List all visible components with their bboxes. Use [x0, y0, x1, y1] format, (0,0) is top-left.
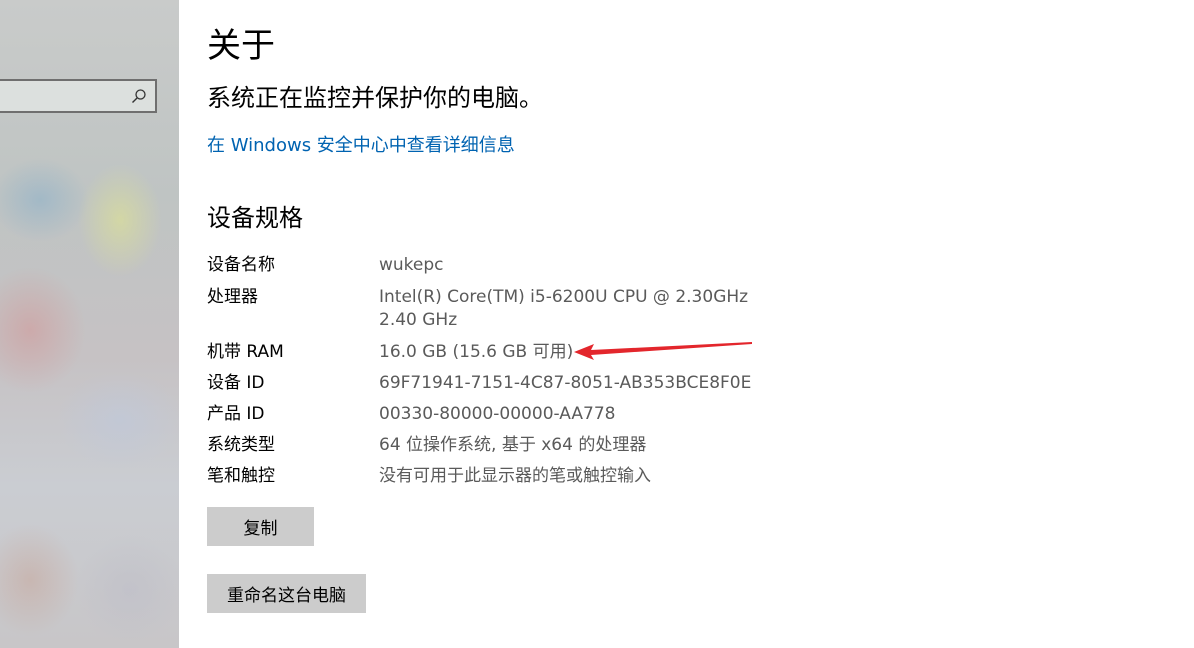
spec-label: 设备 ID — [207, 373, 265, 393]
spec-value: 00330-80000-00000-AA778 — [379, 404, 616, 424]
search-input[interactable] — [0, 79, 157, 113]
spec-label: 机带 RAM — [207, 342, 284, 362]
spec-label: 笔和触控 — [207, 466, 275, 486]
spec-value: 没有可用于此显示器的笔或触控输入 — [379, 466, 651, 486]
sidebar — [0, 0, 179, 648]
spec-value: wukepc — [379, 255, 444, 275]
page-title: 关于 — [207, 26, 275, 66]
spec-value: 2.40 GHz — [379, 310, 458, 330]
copy-button[interactable]: 复制 — [207, 507, 314, 546]
security-center-link[interactable]: 在 Windows 安全中心中查看详细信息 — [207, 131, 515, 157]
protection-status: 系统正在监控并保护你的电脑。 — [207, 84, 543, 112]
annotation-arrow-icon — [574, 342, 752, 360]
spec-value: 16.0 GB (15.6 GB 可用) — [379, 342, 574, 362]
spec-value: 64 位操作系统, 基于 x64 的处理器 — [379, 435, 647, 455]
spec-label: 处理器 — [207, 287, 258, 307]
section-title: 设备规格 — [207, 204, 303, 232]
spec-value: 69F71941-7151-4C87-8051-AB353BCE8F0E — [379, 373, 752, 393]
spec-label: 系统类型 — [207, 435, 275, 455]
spec-value: Intel(R) Core(TM) i5-6200U CPU @ 2.30GHz — [379, 287, 749, 307]
rename-pc-button[interactable]: 重命名这台电脑 — [207, 574, 366, 613]
spec-label: 设备名称 — [207, 255, 275, 275]
search-icon[interactable] — [131, 88, 147, 104]
spec-label: 产品 ID — [207, 404, 265, 424]
